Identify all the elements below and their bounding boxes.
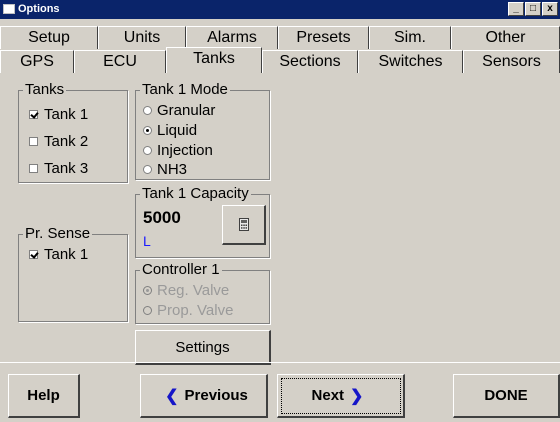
tab-sections[interactable]: Sections <box>262 50 358 73</box>
capacity-value: 5000 <box>143 208 181 227</box>
tank-1-label: Tank 1 <box>44 106 89 123</box>
tank-3-label: Tank 3 <box>44 160 89 177</box>
window-title: Options <box>18 3 60 15</box>
checkbox-checked-icon <box>29 110 38 119</box>
done-button[interactable]: DONE <box>453 374 560 418</box>
next-label: Next <box>311 387 345 404</box>
mode-liquid-label: Liquid <box>157 122 198 139</box>
controller-group: Controller 1 Reg. Valve Prop. Valve <box>135 261 270 324</box>
prop-valve-radio[interactable]: Prop. Valve <box>143 302 233 319</box>
tab-ecu[interactable]: ECU <box>74 50 166 73</box>
window-icon <box>3 4 15 14</box>
mode-granular-radio[interactable]: Granular <box>143 102 215 119</box>
tab-gps[interactable]: GPS <box>0 50 74 73</box>
tab-presets[interactable]: Presets <box>278 26 369 49</box>
pr-sense-legend: Pr. Sense <box>23 225 93 243</box>
radio-icon <box>143 165 152 174</box>
reg-valve-label: Reg. Valve <box>157 282 230 299</box>
tab-setup[interactable]: Setup <box>0 26 98 49</box>
mode-injection-radio[interactable]: Injection <box>143 142 213 159</box>
tank-capacity-group: Tank 1 Capacity 5000 L <box>135 185 270 258</box>
tab-row-1: Setup Units Alarms Presets Sim. Other <box>0 26 560 50</box>
tab-row-2: GPS ECU Tanks Sections Switches Sensors <box>0 47 560 74</box>
radio-icon <box>143 146 152 155</box>
tab-sensors[interactable]: Sensors <box>463 50 560 73</box>
mode-liquid-radio[interactable]: Liquid <box>143 122 197 139</box>
calculator-button[interactable] <box>222 205 266 245</box>
title-bar: Options _ □ x <box>0 0 560 19</box>
tanks-group: Tanks Tank 1 Tank 2 Tank 3 <box>18 81 128 183</box>
checkbox-checked-icon <box>29 250 38 259</box>
maximize-button[interactable]: □ <box>525 2 541 16</box>
radio-selected-icon <box>143 286 152 295</box>
tank-mode-legend: Tank 1 Mode <box>140 81 230 99</box>
tank-1-checkbox[interactable]: Tank 1 <box>29 106 88 123</box>
capacity-unit: L <box>143 233 151 249</box>
radio-selected-icon <box>143 126 152 135</box>
tanks-legend: Tanks <box>23 81 67 99</box>
pr-sense-tank-1-checkbox[interactable]: Tank 1 <box>29 246 88 263</box>
tank-2-checkbox[interactable]: Tank 2 <box>29 133 88 150</box>
controller-legend: Controller 1 <box>140 261 222 279</box>
mode-injection-label: Injection <box>157 142 213 159</box>
checkbox-icon <box>29 164 38 173</box>
minimize-button[interactable]: _ <box>508 2 524 16</box>
tab-alarms[interactable]: Alarms <box>186 26 278 49</box>
calculator-icon <box>238 218 249 231</box>
tank-2-label: Tank 2 <box>44 133 89 150</box>
chevron-right-icon: ❯ <box>350 387 364 405</box>
mode-nh3-radio[interactable]: NH3 <box>143 161 187 178</box>
reg-valve-radio[interactable]: Reg. Valve <box>143 282 229 299</box>
tab-tanks[interactable]: Tanks <box>166 47 262 73</box>
tab-units[interactable]: Units <box>98 26 186 49</box>
previous-label: Previous <box>184 387 248 404</box>
settings-button[interactable]: Settings <box>135 330 271 365</box>
prop-valve-label: Prop. Valve <box>157 302 234 319</box>
help-button[interactable]: Help <box>8 374 80 418</box>
tab-other[interactable]: Other <box>451 26 560 49</box>
previous-button[interactable]: ❮ Previous <box>140 374 268 418</box>
pr-sense-tank-1-label: Tank 1 <box>44 246 89 263</box>
mode-granular-label: Granular <box>157 102 216 119</box>
close-button[interactable]: x <box>542 2 558 16</box>
checkbox-icon <box>29 137 38 146</box>
mode-nh3-label: NH3 <box>157 161 188 178</box>
tank-3-checkbox[interactable]: Tank 3 <box>29 160 88 177</box>
tab-switches[interactable]: Switches <box>358 50 463 73</box>
chevron-left-icon: ❮ <box>165 387 179 405</box>
tab-sim[interactable]: Sim. <box>369 26 451 49</box>
tank-mode-group: Tank 1 Mode Granular Liquid Injection NH… <box>135 81 270 180</box>
next-button[interactable]: Next ❯ <box>277 374 405 418</box>
radio-icon <box>143 306 152 315</box>
radio-icon <box>143 106 152 115</box>
tank-capacity-legend: Tank 1 Capacity <box>140 185 251 203</box>
pr-sense-group: Pr. Sense Tank 1 <box>18 225 128 322</box>
